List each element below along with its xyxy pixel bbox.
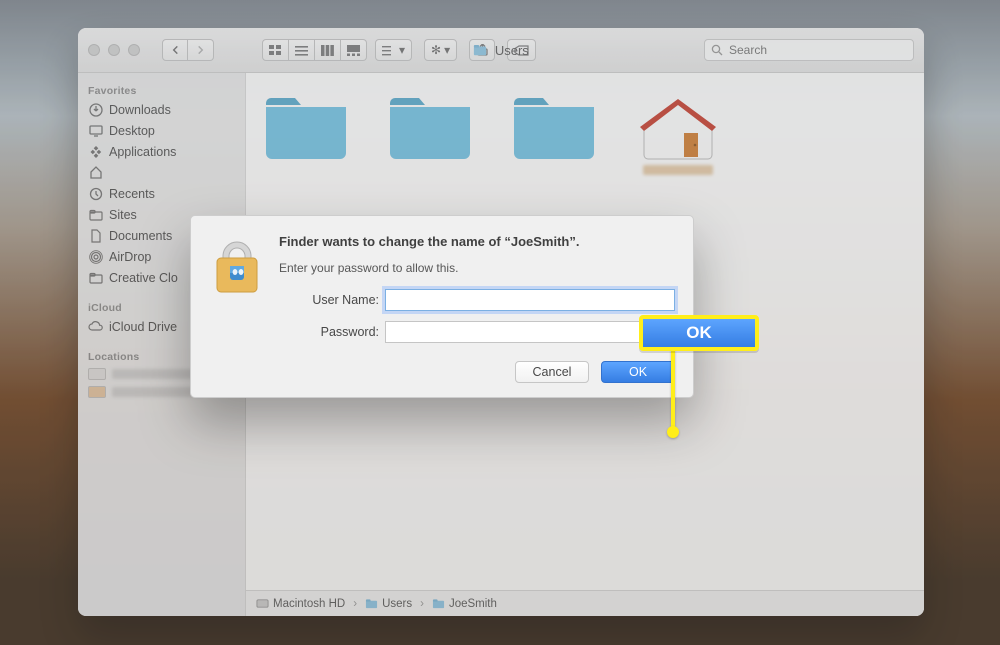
annotation-anchor — [667, 426, 679, 438]
annotation-connector — [671, 350, 675, 430]
auth-dialog: Finder wants to change the name of “JoeS… — [190, 215, 694, 398]
cancel-button[interactable]: Cancel — [515, 361, 589, 383]
password-input[interactable] — [385, 321, 675, 343]
dialog-subheading: Enter your password to allow this. — [279, 261, 675, 275]
password-label: Password: — [279, 325, 379, 339]
ok-button[interactable]: OK — [601, 361, 675, 383]
dialog-heading: Finder wants to change the name of “JoeS… — [279, 234, 675, 249]
lock-icon — [209, 232, 265, 301]
annotation-callout: OK — [639, 315, 759, 351]
username-label: User Name: — [279, 293, 379, 307]
username-input[interactable] — [385, 289, 675, 311]
